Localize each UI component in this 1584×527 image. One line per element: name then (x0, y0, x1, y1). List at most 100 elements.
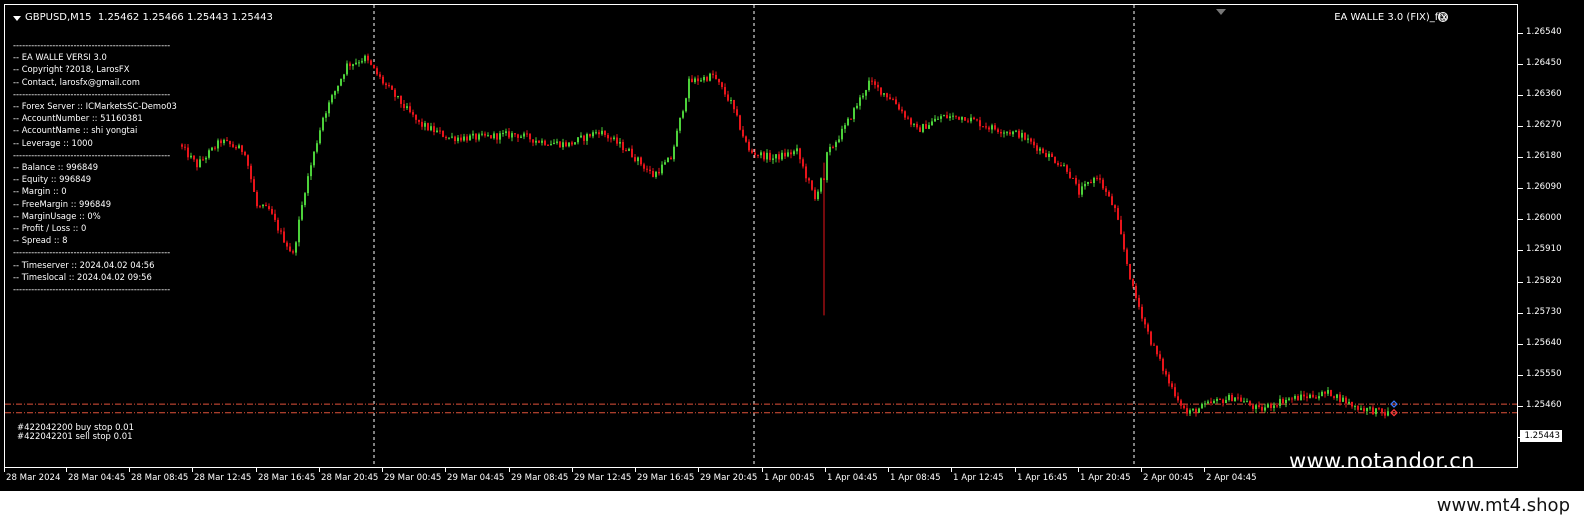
candle-body (1042, 148, 1044, 154)
time-label: 1 Apr 20:45 (1080, 473, 1131, 483)
candle-body (1180, 400, 1182, 406)
candle-body (298, 219, 300, 243)
time-tick (888, 468, 889, 472)
candle-body (1303, 394, 1305, 397)
candle-body (388, 85, 390, 87)
chart-window[interactable]: GBPUSD,M15 1.25462 1.25466 1.25443 1.254… (0, 0, 1584, 491)
candle-body (655, 171, 657, 177)
plot-area[interactable]: GBPUSD,M15 1.25462 1.25466 1.25443 1.254… (4, 4, 1518, 468)
candle-body (1384, 412, 1386, 416)
candle-body (562, 142, 564, 148)
candle-body (1219, 398, 1221, 400)
candle-body (1108, 191, 1110, 197)
candle-body (430, 126, 432, 131)
info-line: -- Spread :: 8 (13, 235, 68, 246)
candle-body (844, 125, 846, 129)
price-tick (1518, 405, 1523, 407)
candle-body (1009, 132, 1011, 135)
candle-body (955, 115, 957, 117)
candle-body (1228, 394, 1230, 400)
sell-stop-order-label[interactable]: #422042201 sell stop 0.01 (17, 432, 133, 442)
candle-body (1153, 344, 1155, 346)
candle-body (418, 119, 420, 122)
candle-body (1348, 401, 1350, 404)
candle-body (385, 83, 387, 86)
candle-body (1291, 398, 1293, 400)
price-label: 1.26540 (1526, 27, 1562, 37)
candle-body (475, 133, 477, 140)
candle-body (550, 144, 552, 146)
time-label: 1 Apr 00:45 (764, 473, 815, 483)
candle-body (571, 142, 573, 145)
candle-body (1027, 138, 1029, 140)
candle-body (1297, 395, 1299, 401)
time-tick (572, 468, 573, 472)
price-tick (1518, 250, 1523, 252)
candle-body (241, 145, 243, 152)
candle-body (721, 82, 723, 88)
candle-body (1114, 205, 1116, 209)
candle-body (193, 155, 195, 160)
candle-body (286, 242, 288, 247)
time-label: 1 Apr 12:45 (953, 473, 1004, 483)
candle-body (490, 135, 492, 139)
candle-body (1168, 374, 1170, 384)
candle-body (1078, 183, 1080, 195)
candle-body (1249, 401, 1251, 406)
candle-body (1015, 130, 1017, 132)
candle-body (937, 118, 939, 120)
candle-body (514, 133, 516, 135)
candle-body (577, 137, 579, 143)
candle-body (184, 146, 186, 148)
candle-body (211, 147, 213, 151)
candle-body (580, 135, 582, 138)
candle-body (1183, 405, 1185, 409)
candle-body (1192, 409, 1194, 411)
time-tick (698, 468, 699, 472)
candle-body (1039, 148, 1041, 151)
time-label: 28 Mar 2024 (6, 473, 61, 483)
candle-body (1075, 178, 1077, 184)
ea-title[interactable]: EA WALLE 3.0 (FIX)_fix (1334, 12, 1447, 23)
candle-body (346, 63, 348, 75)
candle-body (409, 106, 411, 113)
candle-body (1387, 411, 1389, 416)
candle-body (769, 152, 771, 160)
candle-body (1300, 394, 1302, 401)
collapse-arrow-icon[interactable] (13, 16, 21, 21)
candle-body (253, 179, 255, 192)
candle-body (757, 154, 759, 156)
candle-body (619, 141, 621, 144)
symbol-name: GBPUSD,M15 (25, 12, 92, 23)
candle-body (400, 95, 402, 104)
candle-body (964, 117, 966, 121)
candlestick-chart[interactable] (5, 5, 1518, 468)
candle-body (256, 191, 258, 207)
candle-body (1231, 394, 1233, 402)
candle-body (442, 130, 444, 137)
candle-body (898, 104, 900, 110)
candle-body (742, 129, 744, 137)
smiley-icon[interactable]: ☺ (1438, 12, 1448, 22)
candle-body (1333, 396, 1335, 398)
candle-body (1198, 408, 1200, 413)
time-axis[interactable]: 28 Mar 2024 28 Mar 04:45 28 Mar 08:45 28 Ma… (0, 468, 1518, 488)
candle-body (664, 162, 666, 165)
candle-body (856, 105, 858, 109)
chart-shift-marker-icon[interactable] (1216, 9, 1226, 15)
candle-body (838, 139, 840, 143)
candle-body (1120, 219, 1122, 235)
candle-body (364, 55, 366, 62)
candle-body (637, 157, 639, 162)
candle-body (853, 108, 855, 120)
candle-body (307, 176, 309, 194)
candle-body (634, 157, 636, 162)
time-tick (4, 468, 5, 472)
candle-body (1363, 408, 1365, 412)
price-axis[interactable]: 1.26540 1.26450 1.26360 1.26270 1.26180 1.260… (1518, 4, 1584, 468)
candle-body (661, 164, 663, 174)
candle-body (772, 158, 774, 160)
candle-body (616, 137, 618, 144)
price-label: 1.25640 (1526, 337, 1562, 348)
candle-body (340, 78, 342, 86)
